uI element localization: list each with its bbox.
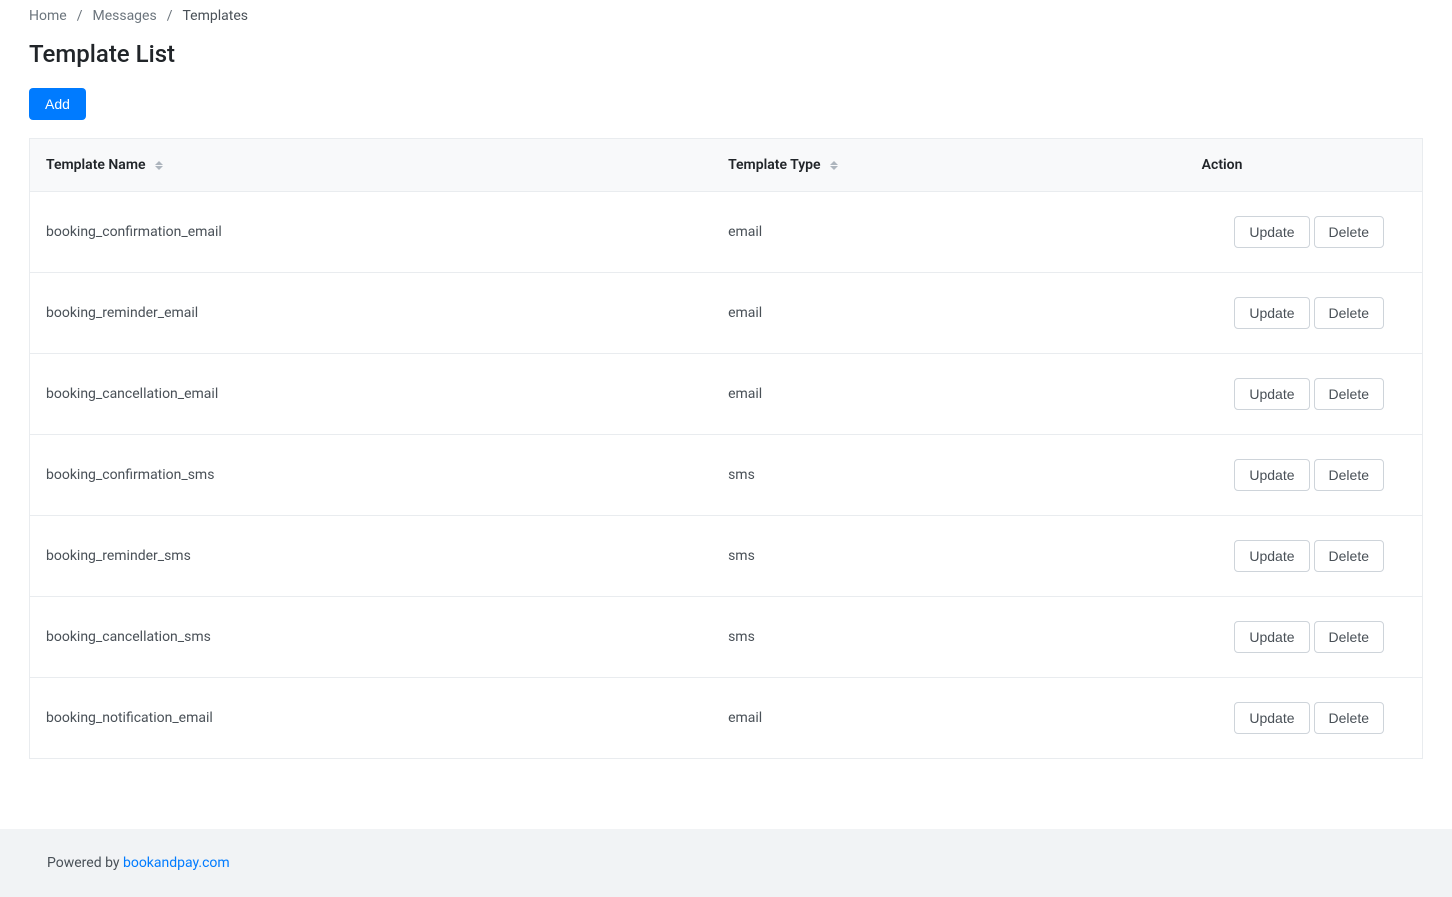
template-name-cell: booking_notification_email bbox=[30, 678, 713, 759]
template-name-cell: booking_cancellation_email bbox=[30, 354, 713, 435]
footer-text: Powered by bbox=[47, 855, 123, 871]
header-name-label: Template Name bbox=[46, 157, 146, 173]
sort-icon[interactable] bbox=[830, 161, 838, 170]
table-row: booking_confirmation_smssmsUpdateDelete bbox=[30, 435, 1423, 516]
update-button[interactable]: Update bbox=[1234, 459, 1309, 491]
breadcrumb-current: Templates bbox=[182, 8, 248, 24]
footer: Powered by bookandpay.com bbox=[0, 829, 1452, 897]
header-type-label: Template Type bbox=[728, 157, 821, 173]
template-type-cell: sms bbox=[712, 597, 1186, 678]
breadcrumb-separator: / bbox=[77, 8, 83, 24]
delete-button[interactable]: Delete bbox=[1314, 540, 1384, 572]
footer-link[interactable]: bookandpay.com bbox=[123, 855, 230, 871]
delete-button[interactable]: Delete bbox=[1314, 702, 1384, 734]
update-button[interactable]: Update bbox=[1234, 216, 1309, 248]
column-header-action: Action bbox=[1186, 139, 1423, 192]
template-name-cell: booking_confirmation_sms bbox=[30, 435, 713, 516]
update-button[interactable]: Update bbox=[1234, 702, 1309, 734]
sort-up-icon bbox=[830, 161, 838, 165]
sort-down-icon bbox=[830, 166, 838, 170]
column-header-name[interactable]: Template Name bbox=[30, 139, 713, 192]
breadcrumb-separator: / bbox=[167, 8, 173, 24]
template-type-cell: sms bbox=[712, 435, 1186, 516]
actions-cell: UpdateDelete bbox=[1186, 678, 1423, 759]
template-type-cell: email bbox=[712, 354, 1186, 435]
template-type-cell: email bbox=[712, 273, 1186, 354]
header-action-label: Action bbox=[1202, 157, 1243, 173]
delete-button[interactable]: Delete bbox=[1314, 459, 1384, 491]
sort-icon[interactable] bbox=[155, 161, 163, 170]
actions-cell: UpdateDelete bbox=[1186, 435, 1423, 516]
actions-cell: UpdateDelete bbox=[1186, 273, 1423, 354]
update-button[interactable]: Update bbox=[1234, 540, 1309, 572]
table-row: booking_confirmation_emailemailUpdateDel… bbox=[30, 192, 1423, 273]
page-title: Template List bbox=[29, 40, 1423, 68]
template-name-cell: booking_confirmation_email bbox=[30, 192, 713, 273]
breadcrumb: Home / Messages / Templates bbox=[29, 0, 1423, 36]
add-button[interactable]: Add bbox=[29, 88, 86, 120]
update-button[interactable]: Update bbox=[1234, 297, 1309, 329]
template-type-cell: email bbox=[712, 192, 1186, 273]
table-row: booking_notification_emailemailUpdateDel… bbox=[30, 678, 1423, 759]
actions-cell: UpdateDelete bbox=[1186, 516, 1423, 597]
table-row: booking_reminder_emailemailUpdateDelete bbox=[30, 273, 1423, 354]
template-name-cell: booking_cancellation_sms bbox=[30, 597, 713, 678]
templates-table: Template Name Template Type Action bbox=[29, 138, 1423, 759]
breadcrumb-messages[interactable]: Messages bbox=[92, 8, 156, 24]
template-type-cell: sms bbox=[712, 516, 1186, 597]
template-type-cell: email bbox=[712, 678, 1186, 759]
delete-button[interactable]: Delete bbox=[1314, 216, 1384, 248]
column-header-type[interactable]: Template Type bbox=[712, 139, 1186, 192]
breadcrumb-home[interactable]: Home bbox=[29, 8, 67, 24]
update-button[interactable]: Update bbox=[1234, 621, 1309, 653]
template-name-cell: booking_reminder_email bbox=[30, 273, 713, 354]
sort-down-icon bbox=[155, 166, 163, 170]
table-row: booking_reminder_smssmsUpdateDelete bbox=[30, 516, 1423, 597]
delete-button[interactable]: Delete bbox=[1314, 378, 1384, 410]
actions-cell: UpdateDelete bbox=[1186, 192, 1423, 273]
update-button[interactable]: Update bbox=[1234, 378, 1309, 410]
table-row: booking_cancellation_emailemailUpdateDel… bbox=[30, 354, 1423, 435]
sort-up-icon bbox=[155, 161, 163, 165]
delete-button[interactable]: Delete bbox=[1314, 297, 1384, 329]
delete-button[interactable]: Delete bbox=[1314, 621, 1384, 653]
template-name-cell: booking_reminder_sms bbox=[30, 516, 713, 597]
actions-cell: UpdateDelete bbox=[1186, 354, 1423, 435]
actions-cell: UpdateDelete bbox=[1186, 597, 1423, 678]
table-row: booking_cancellation_smssmsUpdateDelete bbox=[30, 597, 1423, 678]
